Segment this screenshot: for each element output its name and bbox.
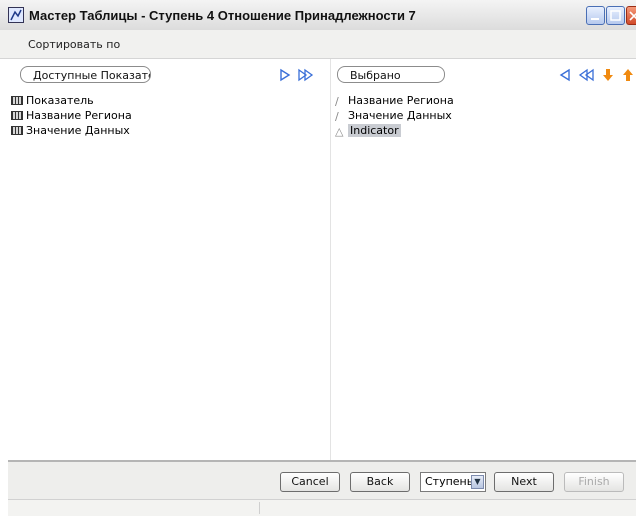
list-item[interactable]: Значение Данных [8, 123, 330, 138]
back-button[interactable]: Back [350, 472, 410, 492]
measure-icon: △ [335, 125, 344, 138]
available-fields-panel: Доступные Показатели Показатель Название… [8, 59, 331, 460]
maximize-button[interactable] [606, 6, 625, 25]
close-button[interactable] [626, 6, 636, 25]
list-item-selected[interactable]: △ Indicator [331, 123, 636, 138]
list-item-label: Indicator [348, 124, 401, 137]
minimize-button[interactable] [586, 6, 605, 25]
list-item[interactable]: ∕ Значение Данных [331, 108, 636, 123]
list-item-label: Показатель [26, 94, 94, 107]
selected-fields-header: Выбрано [331, 59, 636, 89]
selected-fields-tab[interactable]: Выбрано [337, 66, 445, 83]
menu-bar: Сортировать по [0, 30, 636, 59]
dimension-icon: ∕ [335, 95, 339, 108]
status-bar [8, 499, 636, 516]
move-left-icon[interactable] [558, 68, 572, 82]
move-up-icon[interactable] [621, 68, 635, 82]
move-right-icon[interactable] [278, 68, 292, 82]
cancel-button[interactable]: Cancel [280, 472, 340, 492]
available-fields-list: Показатель Название Региона Значение Дан… [8, 93, 330, 138]
table-icon [11, 126, 23, 135]
list-item-label: Значение Данных [26, 124, 130, 137]
move-all-left-icon[interactable] [578, 68, 594, 82]
dimension-icon: ∕ [335, 110, 339, 123]
wizard-footer: Cancel Back Ступень 4 ▼ Next Finish [8, 462, 636, 499]
move-all-right-icon[interactable] [298, 68, 314, 82]
list-item-label: Название Региона [348, 94, 454, 107]
sort-by-menu[interactable]: Сортировать по [28, 38, 120, 51]
app-icon [8, 7, 24, 23]
selected-fields-panel: Выбрано ∕ Название Региона ∕ Значение Да… [331, 59, 636, 460]
move-down-icon[interactable] [601, 68, 615, 82]
list-item[interactable]: ∕ Название Региона [331, 93, 636, 108]
title-bar: Мастер Таблицы - Ступень 4 Отношение При… [0, 0, 636, 31]
list-item-label: Название Региона [26, 109, 132, 122]
selected-fields-list: ∕ Название Региона ∕ Значение Данных △ I… [331, 93, 636, 138]
list-item[interactable]: Название Региона [8, 108, 330, 123]
table-icon [11, 96, 23, 105]
table-icon [11, 111, 23, 120]
available-fields-header: Доступные Показатели [8, 59, 330, 89]
available-fields-tab[interactable]: Доступные Показатели [20, 66, 151, 83]
list-item[interactable]: Показатель [8, 93, 330, 108]
finish-button[interactable]: Finish [564, 472, 624, 492]
chevron-down-icon[interactable]: ▼ [471, 475, 484, 489]
step-select[interactable]: Ступень 4 ▼ [420, 472, 486, 492]
list-item-label: Значение Данных [348, 109, 452, 122]
status-divider [259, 502, 260, 514]
window-title: Мастер Таблицы - Ступень 4 Отношение При… [29, 8, 416, 23]
next-button[interactable]: Next [494, 472, 554, 492]
